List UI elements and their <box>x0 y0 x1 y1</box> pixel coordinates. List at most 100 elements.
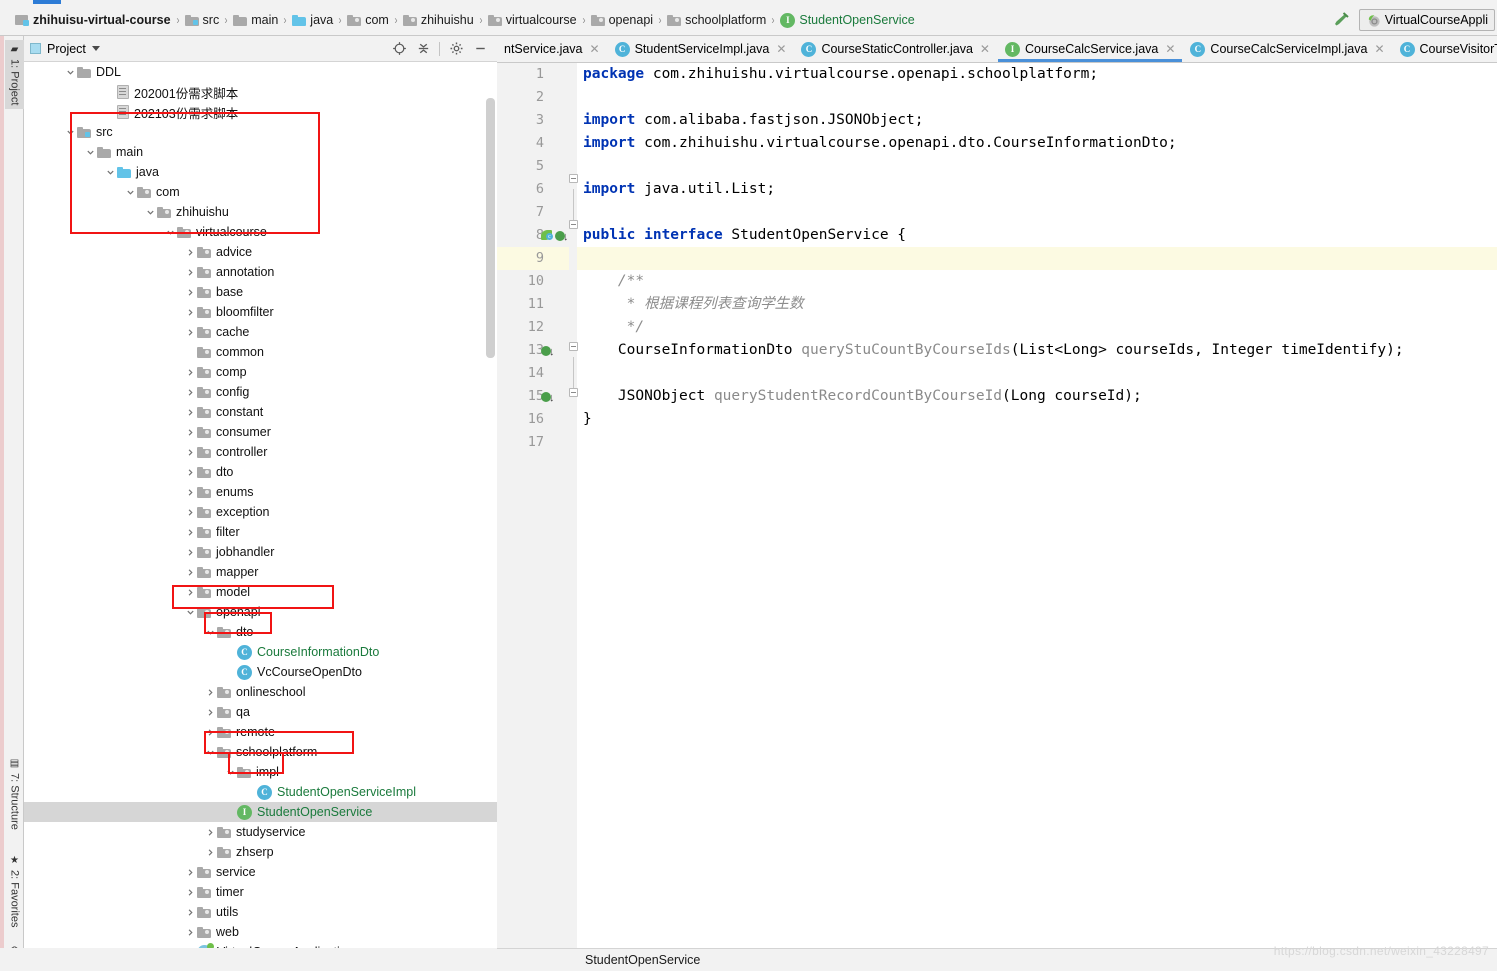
tree-node[interactable]: 202001份需求脚本 <box>24 82 497 102</box>
chevron-right-icon[interactable] <box>184 922 197 942</box>
sidebar-item-structure[interactable]: ▤ 7: Structure <box>5 754 24 834</box>
tree-node[interactable]: jobhandler <box>24 542 497 562</box>
chevron-down-icon[interactable] <box>104 162 117 182</box>
tree-node[interactable]: exception <box>24 502 497 522</box>
code-editor[interactable]: 1 2 3 4 5 6 7 8 c ↓ 9 10 11 12 13 ↓ 14 15 ↓ 16 17 package co… <box>497 63 1497 948</box>
tree-node[interactable]: onlineschool <box>24 682 497 702</box>
chevron-down-icon[interactable] <box>184 602 197 622</box>
tree-node[interactable]: schoolplatform <box>24 742 497 762</box>
chevron-right-icon[interactable] <box>184 862 197 882</box>
tree-node[interactable]: 202103份需求脚本 <box>24 102 497 122</box>
chevron-right-icon[interactable] <box>184 482 197 502</box>
chevron-down-icon[interactable] <box>84 142 97 162</box>
close-icon[interactable]: ✕ <box>1165 42 1175 56</box>
tree-node[interactable]: model <box>24 582 497 602</box>
chevron-right-icon[interactable] <box>184 362 197 382</box>
chevron-right-icon[interactable] <box>184 242 197 262</box>
tree-node[interactable]: remote <box>24 722 497 742</box>
tree-node[interactable]: bloomfilter <box>24 302 497 322</box>
implemented-by-gutter-icon[interactable]: ↓ <box>541 345 555 357</box>
tree-node[interactable]: utils <box>24 902 497 922</box>
close-icon[interactable]: ✕ <box>980 42 990 56</box>
chevron-right-icon[interactable] <box>184 442 197 462</box>
panel-settings-button[interactable] <box>445 39 467 59</box>
chevron-down-icon[interactable] <box>64 62 77 82</box>
chevron-right-icon[interactable] <box>184 382 197 402</box>
chevron-down-icon[interactable] <box>124 182 137 202</box>
tree-node[interactable]: impl <box>24 762 497 782</box>
tree-node[interactable]: enums <box>24 482 497 502</box>
tree-node[interactable]: C StudentOpenServiceImpl <box>24 782 497 802</box>
chevron-right-icon[interactable] <box>184 522 197 542</box>
chevron-down-icon[interactable] <box>144 202 157 222</box>
breadcrumb-item-studentopenservice[interactable]: I StudentOpenService <box>777 12 917 28</box>
chevron-right-icon[interactable] <box>184 462 197 482</box>
chevron-right-icon[interactable] <box>184 502 197 522</box>
breadcrumb-item-openapi[interactable]: openapi <box>588 13 657 27</box>
locate-file-button[interactable] <box>388 39 410 59</box>
tree-node[interactable]: filter <box>24 522 497 542</box>
editor-tab-coursestaticcontroller[interactable]: C CourseStaticController.java ✕ <box>794 36 998 62</box>
tree-node[interactable]: timer <box>24 882 497 902</box>
tree-node[interactable]: constant <box>24 402 497 422</box>
chevron-right-icon[interactable] <box>184 402 197 422</box>
editor-tab-coursecalcserviceimpl[interactable]: C CourseCalcServiceImpl.java ✕ <box>1183 36 1393 62</box>
hide-panel-button[interactable] <box>469 39 491 59</box>
breadcrumb-item-virtualcourse[interactable]: virtualcourse <box>485 13 580 27</box>
spring-bean-gutter-icon[interactable]: c <box>541 229 554 242</box>
chevron-right-icon[interactable] <box>184 582 197 602</box>
collapse-all-button[interactable] <box>412 39 434 59</box>
close-icon[interactable]: ✕ <box>590 42 600 56</box>
sidebar-item-favorites[interactable]: ★ 2: Favorites <box>5 851 24 931</box>
breadcrumb-item-schoolplatform[interactable]: schoolplatform <box>664 13 769 27</box>
tree-node[interactable]: com <box>24 182 497 202</box>
tree-node[interactable]: C CourseInformationDto <box>24 642 497 662</box>
tree-node[interactable]: virtualcourse <box>24 222 497 242</box>
tree-node[interactable]: C VcCourseOpenDto <box>24 662 497 682</box>
tree-node[interactable]: qa <box>24 702 497 722</box>
tree-node[interactable]: annotation <box>24 262 497 282</box>
tree-node[interactable]: web <box>24 922 497 942</box>
chevron-right-icon[interactable] <box>204 682 217 702</box>
chevron-right-icon[interactable] <box>204 702 217 722</box>
chevron-right-icon[interactable] <box>184 882 197 902</box>
tree-node[interactable]: common <box>24 342 497 362</box>
chevron-right-icon[interactable] <box>204 822 217 842</box>
tree-node[interactable]: comp <box>24 362 497 382</box>
breadcrumb-item-java[interactable]: java <box>289 13 336 27</box>
chevron-right-icon[interactable] <box>184 542 197 562</box>
editor-tab-coursecalcservice[interactable]: I CourseCalcService.java ✕ <box>997 36 1184 62</box>
code-folding-strip[interactable] <box>569 63 578 948</box>
tree-node[interactable]: main <box>24 142 497 162</box>
editor-tab-coursevisitortota[interactable]: C CourseVisitorTota <box>1392 36 1497 62</box>
tree-node[interactable]: src <box>24 122 497 142</box>
tree-node[interactable]: base <box>24 282 497 302</box>
chevron-right-icon[interactable] <box>184 322 197 342</box>
tree-node[interactable]: openapi <box>24 602 497 622</box>
chevron-right-icon[interactable] <box>184 262 197 282</box>
chevron-right-icon[interactable] <box>204 842 217 862</box>
project-tree[interactable]: DDL 202001份需求脚本 202103份需求脚本 src main java com z… <box>24 62 497 971</box>
chevron-right-icon[interactable] <box>184 902 197 922</box>
tree-node[interactable]: advice <box>24 242 497 262</box>
tree-node[interactable]: I StudentOpenService <box>24 802 497 822</box>
tree-node[interactable]: config <box>24 382 497 402</box>
breadcrumb-item-zhihuishu[interactable]: zhihuishu <box>400 13 477 27</box>
chevron-down-icon[interactable] <box>224 762 237 782</box>
tree-node[interactable]: dto <box>24 462 497 482</box>
chevron-right-icon[interactable] <box>184 282 197 302</box>
tree-node[interactable]: zhihuishu <box>24 202 497 222</box>
tree-node[interactable]: DDL <box>24 62 497 82</box>
breadcrumb-item-src[interactable]: src <box>182 13 223 27</box>
chevron-right-icon[interactable] <box>204 722 217 742</box>
editor-gutter[interactable]: 1 2 3 4 5 6 7 8 c ↓ 9 10 11 12 13 ↓ 14 15 ↓ 16 17 <box>497 63 577 948</box>
breadcrumb-item-zhihuisu-virtual-course[interactable]: zhihuisu-virtual-course <box>12 13 174 27</box>
sidebar-item-project[interactable]: ▰ 1: Project <box>5 40 24 110</box>
implemented-by-gutter-icon[interactable]: ↓ <box>555 230 569 242</box>
tree-node[interactable]: studyservice <box>24 822 497 842</box>
chevron-right-icon[interactable] <box>184 422 197 442</box>
editor-tab-ntservice[interactable]: ntService.java ✕ <box>497 36 608 62</box>
chevron-down-icon[interactable] <box>204 622 217 642</box>
implemented-by-gutter-icon[interactable]: ↓ <box>541 391 555 403</box>
breadcrumb-item-main[interactable]: main <box>230 13 281 27</box>
